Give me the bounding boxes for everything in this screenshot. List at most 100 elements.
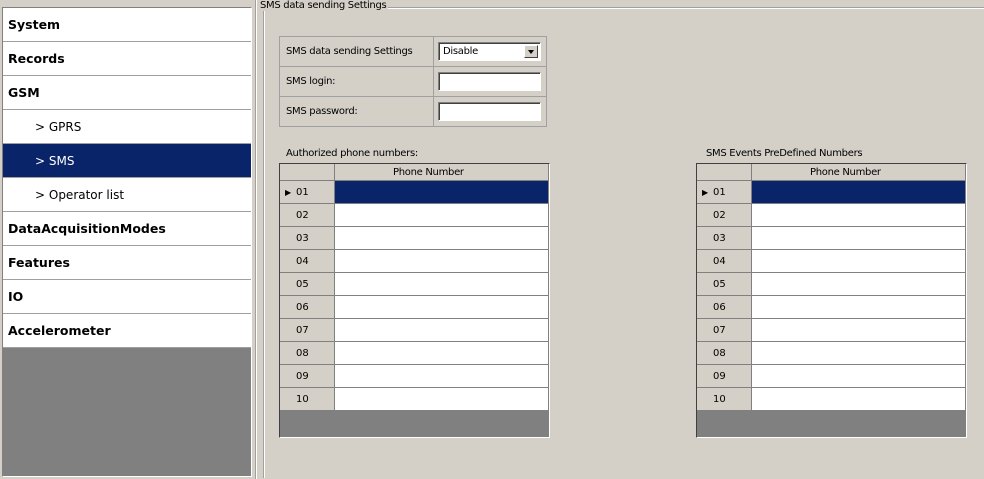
phone-number-cell[interactable]: [752, 181, 966, 204]
phone-number-cell[interactable]: [752, 365, 966, 388]
table-row[interactable]: 04: [697, 250, 966, 273]
row-index-label: 03: [296, 232, 309, 244]
row-index-label: 10: [296, 393, 309, 405]
sms-password-label: SMS password:: [279, 96, 434, 127]
row-index-label: 05: [296, 278, 309, 290]
group-title: SMS data sending Settings: [258, 0, 389, 11]
phone-number-cell[interactable]: [752, 296, 966, 319]
nav-item-io[interactable]: IO: [3, 280, 251, 314]
navigation-panel: System Records GSM > GPRS > SMS > Operat…: [2, 7, 252, 477]
table-row[interactable]: 08: [280, 342, 549, 365]
row-index[interactable]: 06: [280, 296, 335, 319]
phone-number-cell[interactable]: [752, 273, 966, 296]
row-index-label: 08: [296, 347, 309, 359]
phone-number-cell[interactable]: [335, 204, 549, 227]
phone-number-cell[interactable]: [752, 250, 966, 273]
table-row[interactable]: 03: [697, 227, 966, 250]
phone-number-cell[interactable]: [752, 204, 966, 227]
row-index-label: 08: [713, 347, 726, 359]
phone-number-cell[interactable]: [752, 227, 966, 250]
nav-item-gprs[interactable]: > GPRS: [3, 110, 251, 144]
nav-item-system[interactable]: System: [3, 8, 251, 42]
row-index-label: 06: [713, 301, 726, 313]
row-index-label: 10: [713, 393, 726, 405]
nav-item-records[interactable]: Records: [3, 42, 251, 76]
row-index[interactable]: 03: [280, 227, 335, 250]
table-row[interactable]: 05: [280, 273, 549, 296]
phone-number-cell[interactable]: [335, 181, 549, 204]
table-row[interactable]: 02: [280, 204, 549, 227]
row-index[interactable]: 07: [280, 319, 335, 342]
row-index[interactable]: 10: [280, 388, 335, 411]
phone-number-cell[interactable]: [335, 342, 549, 365]
grid-header-phone-number[interactable]: Phone Number: [335, 164, 549, 181]
phone-number-cell[interactable]: [335, 319, 549, 342]
phone-number-cell[interactable]: [335, 273, 549, 296]
authorized-numbers-grid[interactable]: Phone Number ▶ 01 02 03 04 05 06 07 08 09 10: [279, 163, 550, 438]
row-index[interactable]: 05: [280, 273, 335, 296]
table-row[interactable]: ▶ 01: [280, 181, 549, 204]
table-row[interactable]: 07: [280, 319, 549, 342]
row-index[interactable]: 05: [697, 273, 752, 296]
nav-item-accelerometer[interactable]: Accelerometer: [3, 314, 251, 348]
authorized-numbers-label: Authorized phone numbers:: [286, 148, 418, 159]
row-index-label: 03: [713, 232, 726, 244]
row-index[interactable]: 06: [697, 296, 752, 319]
sms-login-input[interactable]: [438, 72, 541, 91]
phone-number-cell[interactable]: [752, 319, 966, 342]
phone-number-cell[interactable]: [752, 342, 966, 365]
table-row[interactable]: 10: [697, 388, 966, 411]
predefined-numbers-grid[interactable]: Phone Number ▶ 01 02 03 04 05 06 07 08 09 10: [696, 163, 967, 438]
table-row[interactable]: 09: [697, 365, 966, 388]
table-row[interactable]: 09: [280, 365, 549, 388]
chevron-down-icon[interactable]: [524, 45, 538, 58]
table-row[interactable]: 10: [280, 388, 549, 411]
table-row[interactable]: 07: [697, 319, 966, 342]
nav-item-gsm[interactable]: GSM: [3, 76, 251, 110]
sms-password-cell: [433, 96, 547, 127]
grid-header-corner: [697, 164, 752, 181]
table-row[interactable]: ▶ 01: [697, 181, 966, 204]
row-index[interactable]: 08: [280, 342, 335, 365]
phone-number-cell[interactable]: [335, 365, 549, 388]
sending-settings-label: SMS data sending Settings: [279, 36, 434, 67]
table-row[interactable]: 06: [280, 296, 549, 319]
sms-password-input[interactable]: [438, 102, 541, 121]
row-index[interactable]: 08: [697, 342, 752, 365]
grid-header-corner: [280, 164, 335, 181]
row-index-label: 02: [296, 209, 309, 221]
phone-number-cell[interactable]: [335, 296, 549, 319]
row-index[interactable]: 04: [697, 250, 752, 273]
row-index[interactable]: 09: [280, 365, 335, 388]
sending-settings-select[interactable]: Disable: [438, 42, 541, 61]
row-index[interactable]: ▶ 01: [280, 181, 335, 204]
nav-item-features[interactable]: Features: [3, 246, 251, 280]
phone-number-cell[interactable]: [752, 388, 966, 411]
table-row[interactable]: 03: [280, 227, 549, 250]
table-row[interactable]: 04: [280, 250, 549, 273]
phone-number-cell[interactable]: [335, 250, 549, 273]
nav-item-operator-list[interactable]: > Operator list: [3, 178, 251, 212]
row-index[interactable]: ▶ 01: [697, 181, 752, 204]
nav-item-sms[interactable]: > SMS: [3, 144, 251, 178]
row-index[interactable]: 02: [697, 204, 752, 227]
phone-number-cell[interactable]: [335, 388, 549, 411]
grid-header-phone-number[interactable]: Phone Number: [752, 164, 966, 181]
row-index[interactable]: 10: [697, 388, 752, 411]
row-index-label: 01: [713, 186, 726, 198]
row-index[interactable]: 03: [697, 227, 752, 250]
row-index[interactable]: 02: [280, 204, 335, 227]
predefined-numbers-label: SMS Events PreDefined Numbers: [706, 148, 863, 159]
table-row[interactable]: 05: [697, 273, 966, 296]
table-row[interactable]: 06: [697, 296, 966, 319]
table-row[interactable]: 02: [697, 204, 966, 227]
row-index-label: 06: [296, 301, 309, 313]
grid-header: Phone Number: [280, 164, 549, 181]
sms-login-cell: [433, 66, 547, 97]
row-index[interactable]: 04: [280, 250, 335, 273]
row-index[interactable]: 07: [697, 319, 752, 342]
row-index[interactable]: 09: [697, 365, 752, 388]
nav-item-data-acquisition-modes[interactable]: DataAcquisitionModes: [3, 212, 251, 246]
table-row[interactable]: 08: [697, 342, 966, 365]
phone-number-cell[interactable]: [335, 227, 549, 250]
